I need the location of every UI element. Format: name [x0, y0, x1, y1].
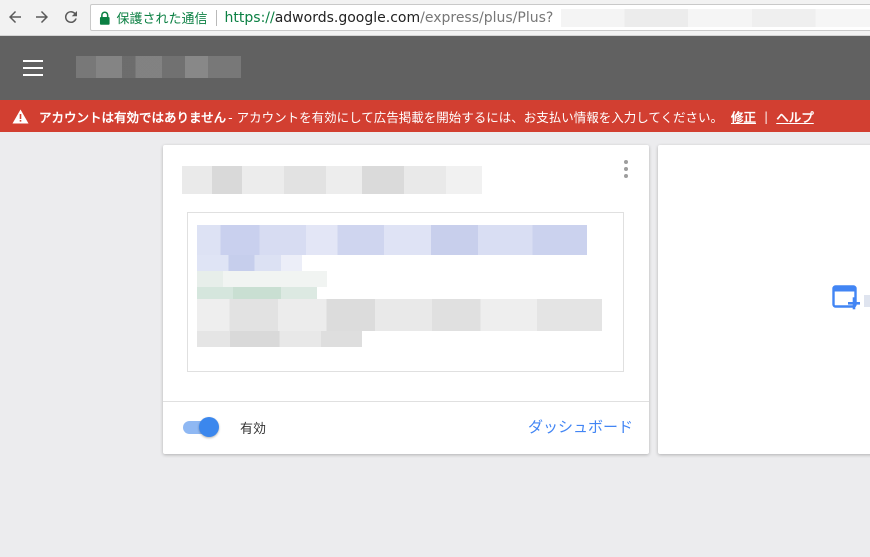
- redacted-campaign-title: [182, 166, 482, 194]
- omnibox-separator: [215, 9, 217, 26]
- app-header: [0, 36, 870, 100]
- reload-button[interactable]: [61, 7, 81, 27]
- new-campaign-card[interactable]: [658, 145, 870, 454]
- browser-toolbar: 保護された通信 https://adwords.google.com/expre…: [0, 0, 870, 36]
- secure-label: 保護された通信: [116, 12, 208, 27]
- reload-icon: [64, 11, 77, 24]
- card-divider: [163, 401, 649, 402]
- redacted-ad-description: [197, 299, 602, 331]
- url-scheme: https://: [224, 9, 275, 26]
- arrow-left-icon: [9, 11, 21, 23]
- back-button[interactable]: [5, 7, 25, 27]
- redacted-ad-description-2: [197, 331, 362, 347]
- dashboard-link[interactable]: ダッシュボード: [528, 416, 633, 437]
- url-host: adwords.google.com: [274, 9, 421, 26]
- forward-button[interactable]: [32, 7, 52, 27]
- hamburger-menu-icon[interactable]: [23, 60, 43, 76]
- more-vertical-icon[interactable]: [623, 160, 629, 178]
- status-label: 有効: [240, 422, 267, 437]
- fix-link[interactable]: 修正: [731, 107, 756, 126]
- toggle-knob: [199, 417, 219, 437]
- lock-icon: [99, 11, 110, 25]
- help-link[interactable]: ヘルプ: [776, 107, 814, 126]
- alert-message: - アカウントを有効にして広告掲載を開始するには、お支払い情報を入力してください…: [228, 109, 724, 125]
- redacted-account-name: [76, 56, 241, 78]
- add-window-icon[interactable]: [832, 285, 862, 311]
- arrow-right-icon: [36, 11, 48, 23]
- redacted-add-label: [864, 295, 870, 307]
- ad-preview: [187, 212, 624, 372]
- redacted-url-query: [561, 8, 870, 27]
- redacted-ad-headline-2: [197, 255, 302, 271]
- alert-link-divider: |: [764, 108, 769, 124]
- redacted-ad-headline: [197, 225, 587, 255]
- alert-title: アカウントは有効ではありません: [39, 109, 227, 125]
- warning-triangle-icon: [12, 109, 29, 123]
- campaign-status-toggle[interactable]: [182, 417, 220, 437]
- campaign-card: 有効 ダッシュボード: [163, 145, 649, 454]
- account-inactive-alert: アカウントは有効ではありません - アカウントを有効にして広告掲載を開始するには…: [0, 100, 870, 132]
- redacted-ad-url: [197, 287, 317, 299]
- redacted-ad-line: [197, 271, 327, 287]
- url-path: /express/plus/Plus?: [420, 9, 554, 26]
- address-bar[interactable]: 保護された通信 https://adwords.google.com/expre…: [90, 4, 870, 31]
